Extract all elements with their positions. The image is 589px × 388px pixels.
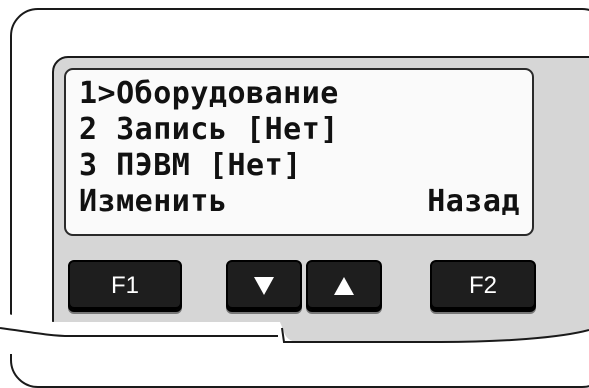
f2-label: F2 [468, 272, 497, 299]
softkey-label-change: Изменить [79, 184, 228, 219]
menu-item-recording: 2 Запись [Нет] [79, 112, 339, 147]
down-button[interactable] [226, 260, 302, 312]
menu-item-equipment: 1>Оборудование [79, 76, 339, 111]
f1-label: F1 [110, 272, 139, 299]
lcd-screen: 1>Оборудование 2 Запись [Нет] 3 ПЭВМ [Не… [64, 68, 534, 236]
up-button[interactable] [306, 260, 382, 312]
menu-item-pc: 3 ПЭВМ [Нет] [79, 148, 302, 183]
f1-button[interactable]: F1 [68, 260, 182, 312]
up-arrow-icon [334, 277, 354, 295]
softkey-label-back: Назад [427, 184, 520, 219]
softkey-labels: Изменить Назад [79, 184, 524, 220]
down-arrow-icon [254, 277, 274, 295]
f2-button[interactable]: F2 [430, 260, 536, 312]
